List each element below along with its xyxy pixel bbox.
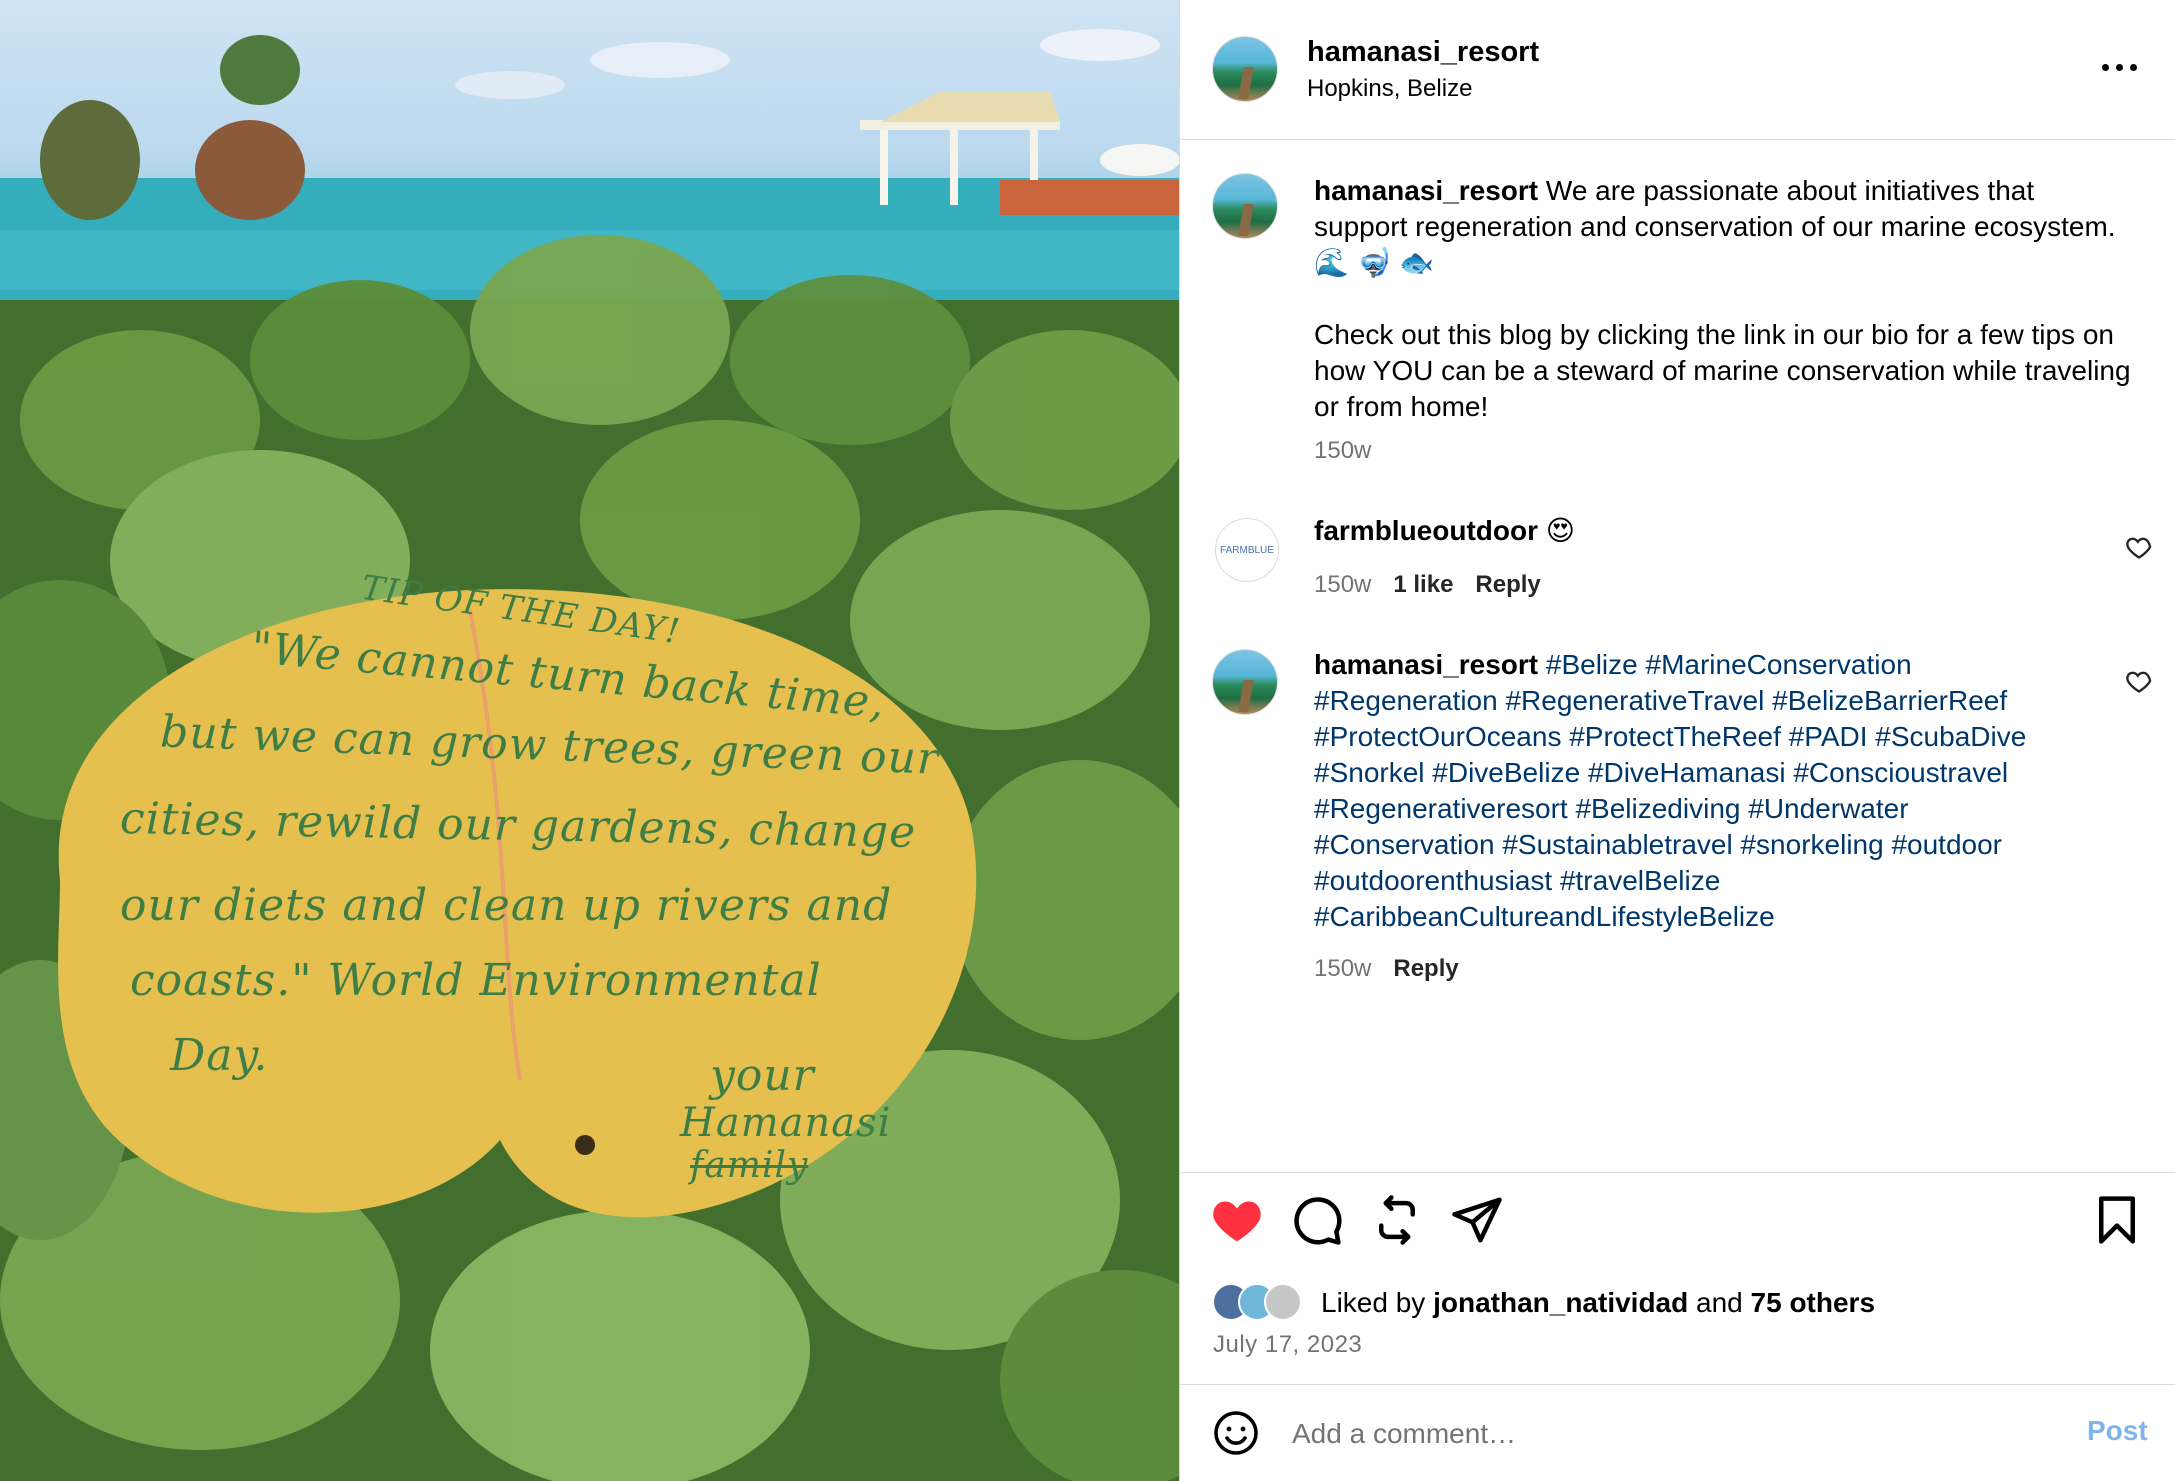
comment-age[interactable]: 150w (1314, 571, 1371, 598)
liked-by-others[interactable]: 75 others (1751, 1287, 1876, 1318)
note-line: coasts." World Environmental (130, 955, 822, 1006)
emoji-icon[interactable] (1212, 1409, 1260, 1457)
liked-by-prefix: Liked by (1321, 1287, 1426, 1318)
comment-meta: 150w 1 like Reply (1314, 571, 1541, 599)
liked-by-user[interactable]: jonathan_natividad (1433, 1287, 1688, 1318)
caption-age[interactable]: 150w (1314, 437, 1371, 465)
comment-reply-button[interactable]: Reply (1475, 571, 1540, 598)
more-horizontal-icon[interactable] (2100, 52, 2140, 82)
caption-username[interactable]: hamanasi_resort (1314, 175, 1538, 206)
note-line: family (690, 1145, 809, 1186)
post-location[interactable]: Hopkins, Belize (1307, 75, 1472, 103)
liked-by-text: Liked by jonathan_natividad and 75 other… (1321, 1287, 1875, 1319)
comment-hashtags[interactable]: #Belize #MarineConservation #Regeneratio… (1314, 649, 2026, 932)
note-line: our diets and clean up rivers and (120, 880, 893, 931)
comment-likes[interactable]: 1 like (1393, 571, 1453, 598)
comment-username[interactable]: hamanasi_resort (1314, 649, 1538, 680)
like-heart-icon[interactable] (1210, 1193, 1264, 1247)
comments-section[interactable]: hamanasi_resort We are passionate about … (1180, 141, 2175, 1171)
comment-bubble-icon[interactable] (1290, 1193, 1344, 1247)
comment-body: 😍 (1545, 515, 1575, 546)
liker-avatar (1264, 1283, 1302, 1321)
caption-author-avatar[interactable] (1212, 173, 1278, 239)
comment-age[interactable]: 150w (1314, 955, 1371, 982)
handwritten-leaf-note: TIP OF THE DAY! "We cannot turn back tim… (120, 568, 940, 1190)
note-line: Hamanasi (680, 1100, 892, 1146)
comment-username[interactable]: farmblueoutdoor (1314, 515, 1538, 546)
commenter-avatar-logo: FARMBLUE (1220, 544, 1274, 556)
bookmark-save-icon[interactable] (2090, 1193, 2144, 1247)
caption-text: hamanasi_resort We are passionate about … (1314, 173, 2134, 281)
caption-paragraph: Check out this blog by clicking the link… (1314, 319, 2131, 422)
comment-composer: Post (1180, 1384, 2175, 1481)
comment-text: hamanasi_resort #Belize #MarineConservat… (1314, 647, 2054, 935)
comment-reply-button[interactable]: Reply (1393, 955, 1458, 982)
post-comment-button[interactable]: Post (2087, 1415, 2148, 1447)
post-actions: Liked by jonathan_natividad and 75 other… (1180, 1172, 2175, 1382)
comment-like-heart-icon[interactable] (2125, 533, 2153, 561)
liker-avatars[interactable] (1212, 1283, 1322, 1323)
commenter-avatar[interactable]: FARMBLUE (1215, 518, 1279, 582)
share-send-icon[interactable] (1450, 1193, 1504, 1247)
comment-text: farmblueoutdoor 😍 (1314, 513, 2014, 549)
author-avatar[interactable] (1212, 36, 1278, 102)
liked-by-joiner: and (1696, 1287, 1743, 1318)
post-image[interactable]: TIP OF THE DAY! "We cannot turn back tim… (0, 0, 1179, 1481)
repost-icon[interactable] (1370, 1193, 1424, 1247)
note-line: cities, rewild our gardens, change (119, 793, 917, 858)
author-username[interactable]: hamanasi_resort (1307, 36, 1539, 69)
note-line: your (710, 1050, 815, 1101)
note-line: Day. (170, 1030, 269, 1081)
comment-meta: 150w Reply (1314, 955, 1459, 983)
post-header: hamanasi_resort Hopkins, Belize (1180, 0, 2175, 140)
commenter-avatar[interactable] (1212, 649, 1278, 715)
comment-input[interactable] (1292, 1409, 1992, 1459)
comment-like-heart-icon[interactable] (2125, 667, 2153, 695)
post-date[interactable]: July 17, 2023 (1213, 1331, 1362, 1359)
post-details-panel: hamanasi_resort Hopkins, Belize hamanasi… (1179, 0, 2175, 1481)
